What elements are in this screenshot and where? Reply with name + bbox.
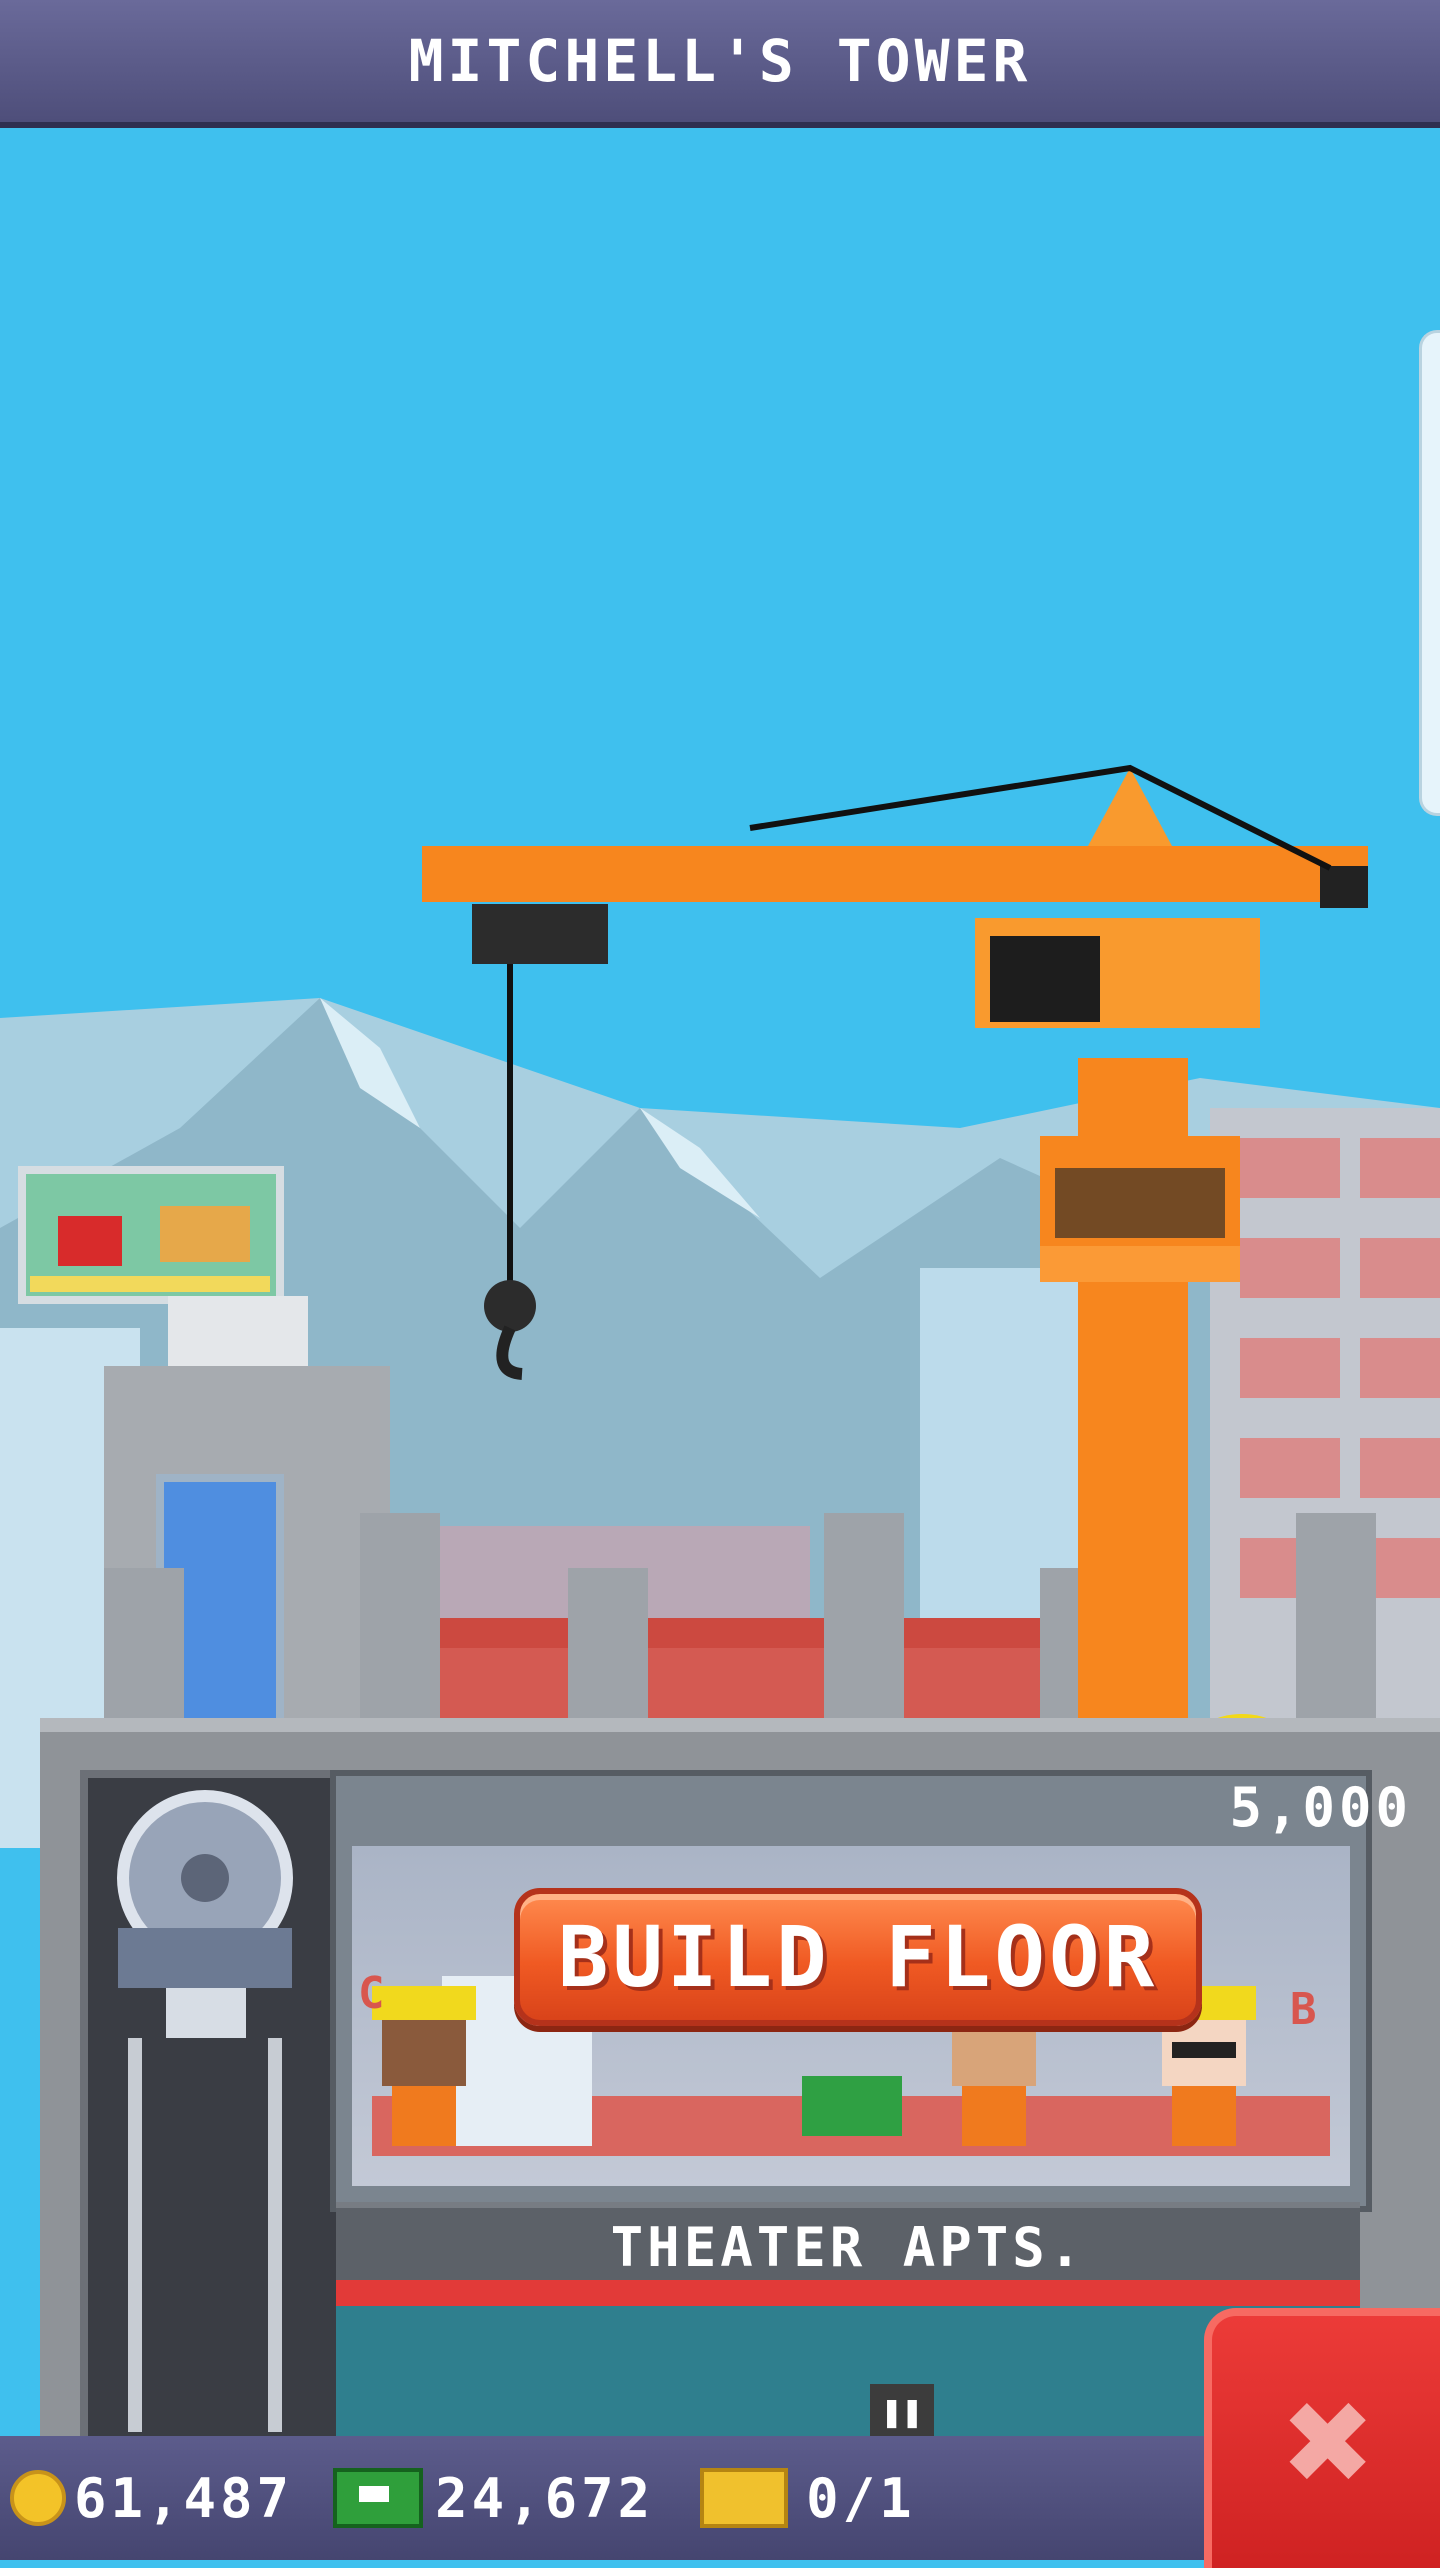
floor-label-right: B [1290,1984,1321,2035]
crane-hook [484,1280,536,1332]
ticket-icon [700,2468,789,2528]
crane-trolley [472,904,608,964]
cash-stat: 24,672 [303,2467,654,2530]
pause-icon[interactable]: ❚❚ [870,2384,934,2440]
build-floor-button[interactable]: BUILD FLOOR [514,1888,1202,2026]
tower-title-bar: MITCHELL'S TOWER [0,0,1440,128]
elevator-pulley-icon [117,1790,293,2432]
coin-stat: 61,487 [10,2467,293,2530]
ticket-stat: 0/1 [664,2467,916,2530]
floor-build-price: 5,000 [1229,1776,1412,1839]
elevator-shaft[interactable] [80,1770,346,2456]
floor-label-left: C [358,1968,389,2019]
coin-count: 61,487 [74,2466,294,2530]
side-drawer-handle[interactable] [1419,330,1440,816]
floor-name-label: THEATER APTS. [336,2202,1360,2286]
close-icon: ✖ [1284,2355,1376,2529]
cash-count: 24,672 [435,2466,655,2530]
floor-name: THEATER APTS. [610,2215,1086,2279]
ticket-count: 0/1 [806,2466,916,2530]
coin-icon [10,2470,66,2526]
tower-title: MITCHELL'S TOWER [408,27,1032,95]
cash-icon [333,2468,424,2528]
close-button[interactable]: ✖ [1204,2308,1440,2568]
